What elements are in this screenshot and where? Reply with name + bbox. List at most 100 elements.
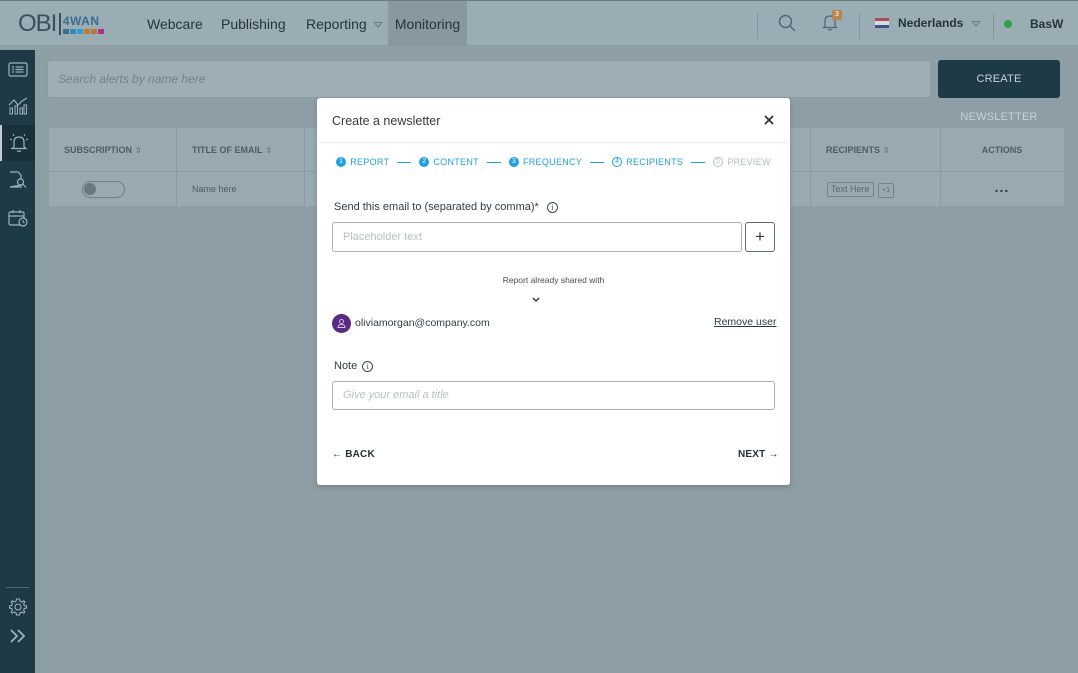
step-report[interactable]: 1 REPORT	[336, 157, 389, 167]
notification-badge: 3	[832, 10, 842, 20]
step-connector	[486, 161, 501, 163]
recipient-email-input[interactable]: Placeholder text	[332, 222, 742, 252]
step-label: PREVIEW	[727, 157, 771, 167]
column-header-subscription[interactable]: SUBSCRIPTION ⇳	[64, 128, 142, 172]
nav-webcare[interactable]: Webcare	[139, 1, 211, 46]
send-to-label-text: Send this email to (separated by comma)*	[334, 201, 539, 213]
sort-icon: ⇳	[265, 146, 273, 155]
step-number: 5	[713, 157, 724, 167]
subscription-toggle[interactable]	[82, 181, 125, 198]
nav-reporting-label: Reporting	[306, 16, 367, 32]
row-actions-menu[interactable]: ...	[940, 172, 1064, 206]
step-label: CONTENT	[433, 157, 479, 167]
logo-block	[83, 28, 90, 34]
remove-user-link[interactable]: Remove user	[714, 316, 776, 328]
user-icon	[337, 319, 346, 328]
close-icon	[764, 115, 774, 125]
next-label: NEXT	[738, 449, 766, 460]
nav-monitoring[interactable]: Monitoring	[388, 1, 467, 46]
search-icon	[778, 14, 796, 32]
column-header-title[interactable]: TITLE OF EMAIL ⇳	[192, 128, 272, 172]
step-connector	[590, 161, 605, 163]
sidebar-item-reports[interactable]	[0, 162, 35, 198]
divider	[859, 13, 860, 39]
gear-icon	[8, 598, 27, 616]
column-header-label: RECIPIENTS	[826, 145, 881, 155]
nav-reporting[interactable]: Reporting	[298, 1, 391, 46]
step-number: 4	[612, 157, 623, 167]
modal-header-divider	[317, 142, 790, 143]
analytics-chart-icon	[8, 97, 27, 115]
logo-block	[62, 28, 69, 34]
close-button[interactable]	[761, 112, 777, 128]
column-header-recipients[interactable]: RECIPIENTS ⇳	[826, 128, 890, 172]
step-label: RECIPIENTS	[626, 157, 684, 167]
notifications-button[interactable]: 3	[821, 10, 843, 35]
sidebar	[0, 50, 35, 673]
logo-block	[97, 28, 104, 34]
netherlands-flag-icon	[875, 18, 889, 28]
step-label: REPORT	[350, 157, 390, 167]
shared-with-label: Report already shared with	[502, 275, 605, 285]
document-search-icon	[9, 171, 26, 188]
chevron-down-icon	[372, 22, 383, 29]
avatar	[332, 314, 351, 333]
logo-brand-text: 4WAN	[62, 13, 100, 28]
username: BasW	[1030, 17, 1064, 31]
add-recipient-button[interactable]: +	[745, 222, 775, 252]
step-frequency[interactable]: 3 FREQUENCY	[508, 157, 583, 167]
arrow-left-icon: ←	[332, 449, 343, 460]
shared-list-toggle[interactable]	[532, 290, 540, 308]
sidebar-divider	[6, 587, 29, 588]
more-recipients-chip[interactable]: +1	[878, 183, 895, 198]
note-label-text: Note	[334, 360, 358, 372]
language-label: Nederlands	[898, 16, 964, 30]
language-selector[interactable]: Nederlands	[898, 1, 982, 46]
step-connector	[397, 161, 412, 163]
step-preview[interactable]: 5 PREVIEW	[713, 157, 771, 167]
search-alerts-input[interactable]: Search alerts by name here	[47, 60, 931, 98]
step-recipients[interactable]: 4 RECIPIENTS	[612, 157, 683, 167]
logo-block	[90, 28, 97, 34]
column-header-actions: ACTIONS	[981, 145, 1023, 155]
column-header-label: SUBSCRIPTION	[64, 145, 133, 155]
info-icon[interactable]: i	[546, 202, 558, 213]
divider	[993, 13, 994, 39]
logo-block	[69, 28, 76, 34]
chevron-down-icon	[971, 20, 982, 27]
create-newsletter-button[interactable]: CREATE NEWSLETTER	[938, 60, 1060, 123]
logo-text: OBI	[18, 10, 57, 37]
note-label: Note i	[334, 360, 374, 372]
stepper: 1 REPORT 2 CONTENT 3 FREQUENCY 4 RECIPIENTS …	[317, 157, 790, 167]
nav-publishing[interactable]: Publishing	[213, 1, 294, 46]
column-divider	[304, 128, 305, 206]
create-newsletter-modal: Create a newsletter 1 REPORT 2 CONTENT 3 FR…	[317, 98, 790, 485]
shared-user-email: oliviamorgan@company.com	[355, 317, 490, 329]
user-menu[interactable]: BasW	[1030, 1, 1078, 75]
step-label: FREQUENCY	[522, 157, 583, 167]
logo-block	[76, 28, 83, 34]
sidebar-expand-button[interactable]	[0, 618, 35, 654]
arrow-right-icon: →	[768, 449, 779, 460]
step-number: 1	[336, 157, 347, 167]
next-button[interactable]: NEXT →	[738, 449, 779, 460]
sidebar-item-analytics[interactable]	[0, 88, 35, 124]
sidebar-item-scheduler[interactable]	[0, 200, 35, 236]
sort-icon: ⇳	[883, 146, 890, 155]
search-button[interactable]	[777, 13, 799, 35]
toggle-knob	[84, 183, 96, 195]
recipients-cell: Text Here +1	[827, 172, 895, 206]
chevron-down-icon	[532, 297, 540, 303]
email-title-cell: Name here	[192, 184, 237, 194]
sidebar-item-list[interactable]	[0, 52, 35, 88]
note-input[interactable]: Give your email a title	[332, 381, 775, 410]
back-button[interactable]: ← BACK	[332, 449, 375, 460]
sidebar-item-alerts[interactable]	[0, 125, 35, 161]
step-number: 3	[508, 157, 519, 167]
expand-chevrons-icon	[9, 629, 25, 643]
obi4wan-logo[interactable]: OBI 4WAN	[18, 10, 104, 37]
modal-title: Create a newsletter	[332, 114, 441, 128]
alert-bell-icon	[9, 133, 28, 153]
step-content[interactable]: 2 CONTENT	[419, 157, 479, 167]
info-icon[interactable]: i	[362, 361, 374, 372]
